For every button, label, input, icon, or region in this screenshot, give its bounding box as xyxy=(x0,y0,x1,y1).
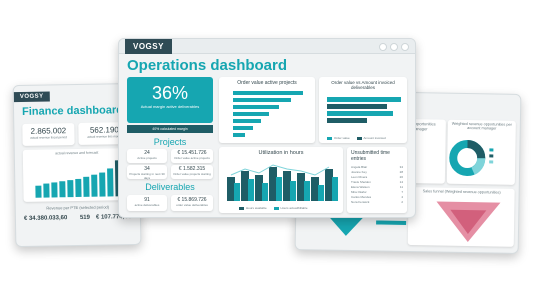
list-item[interactable]: Nora Fenwick 2 xyxy=(351,200,403,205)
project-kpi: € 15.451.726 Order value active projects xyxy=(171,149,213,163)
deliverable-kpi: 91 active deliverables xyxy=(127,195,167,211)
legend-swatch-icon xyxy=(327,136,332,140)
window-dot-icon[interactable] xyxy=(401,43,409,51)
sales-funnel-chart xyxy=(436,201,501,243)
order-value-bar-chart xyxy=(233,91,303,137)
sales-funnel-card: Sales funnel (Weighted revenue opportuni… xyxy=(407,187,515,247)
legend-swatch-icon xyxy=(239,206,244,210)
order-value-card: Order value active projects xyxy=(219,77,315,143)
finance-count: 519 xyxy=(79,214,90,221)
utilization-card: Utilization in hours Hours available Hou… xyxy=(219,147,343,213)
unsubmitted-card: Unsubmitted time entries Angela Blair 34 … xyxy=(347,147,407,213)
window-dot-icon[interactable] xyxy=(390,43,398,51)
unsubmitted-list: Angela Blair 34 Joanne Key 28 Leon Rivera 2… xyxy=(351,165,403,205)
legend-swatch-icon xyxy=(356,136,362,140)
donut-chart xyxy=(449,140,494,177)
finance-bottom-title: Revenue per PTE (selected period) xyxy=(46,204,110,211)
operations-title: Operations dashboard xyxy=(127,57,288,74)
margin-kpi: 36% Actual margin active deliverables xyxy=(127,77,213,123)
finance-bar-chart xyxy=(35,160,122,198)
window-dot-icon[interactable] xyxy=(379,43,387,51)
deliverable-kpi: € 15.869.726 order value deliverables xyxy=(171,195,213,211)
finance-title: Finance dashboard xyxy=(21,104,124,118)
project-kpi: 34 Projects starting in next 30 days xyxy=(127,165,167,180)
projects-title: Projects xyxy=(153,137,187,147)
finance-logo: VOGSY xyxy=(13,91,50,103)
utilization-chart xyxy=(227,164,338,201)
finance-amount-1: € 34.380.033,60 xyxy=(23,215,68,222)
operations-logo: VOGSY xyxy=(125,39,172,54)
order-vs-invoiced-card: Order value vs Amount invoiced deliverab… xyxy=(319,77,407,143)
project-kpi: € 1.582.315 Order value projects startin… xyxy=(171,165,213,179)
project-kpi: 24 Active projects xyxy=(127,149,167,163)
operations-dashboard-window: VOGSY Operations dashboard 36% Actual ma… xyxy=(118,38,416,218)
deliverables-title: Deliverables xyxy=(145,182,195,192)
finance-revenue-chart: actual revenue and forecast xyxy=(22,148,132,202)
weighted-revenue-card: Weighted revenue opportunities per accou… xyxy=(446,119,516,185)
margin-sub: 40% calculated margin xyxy=(127,125,213,133)
legend-swatch-icon xyxy=(273,206,279,210)
order-vs-invoiced-bar-chart xyxy=(327,97,401,123)
finance-kpi-1: 2.865.002 actual revenue fiscal period xyxy=(22,123,75,146)
